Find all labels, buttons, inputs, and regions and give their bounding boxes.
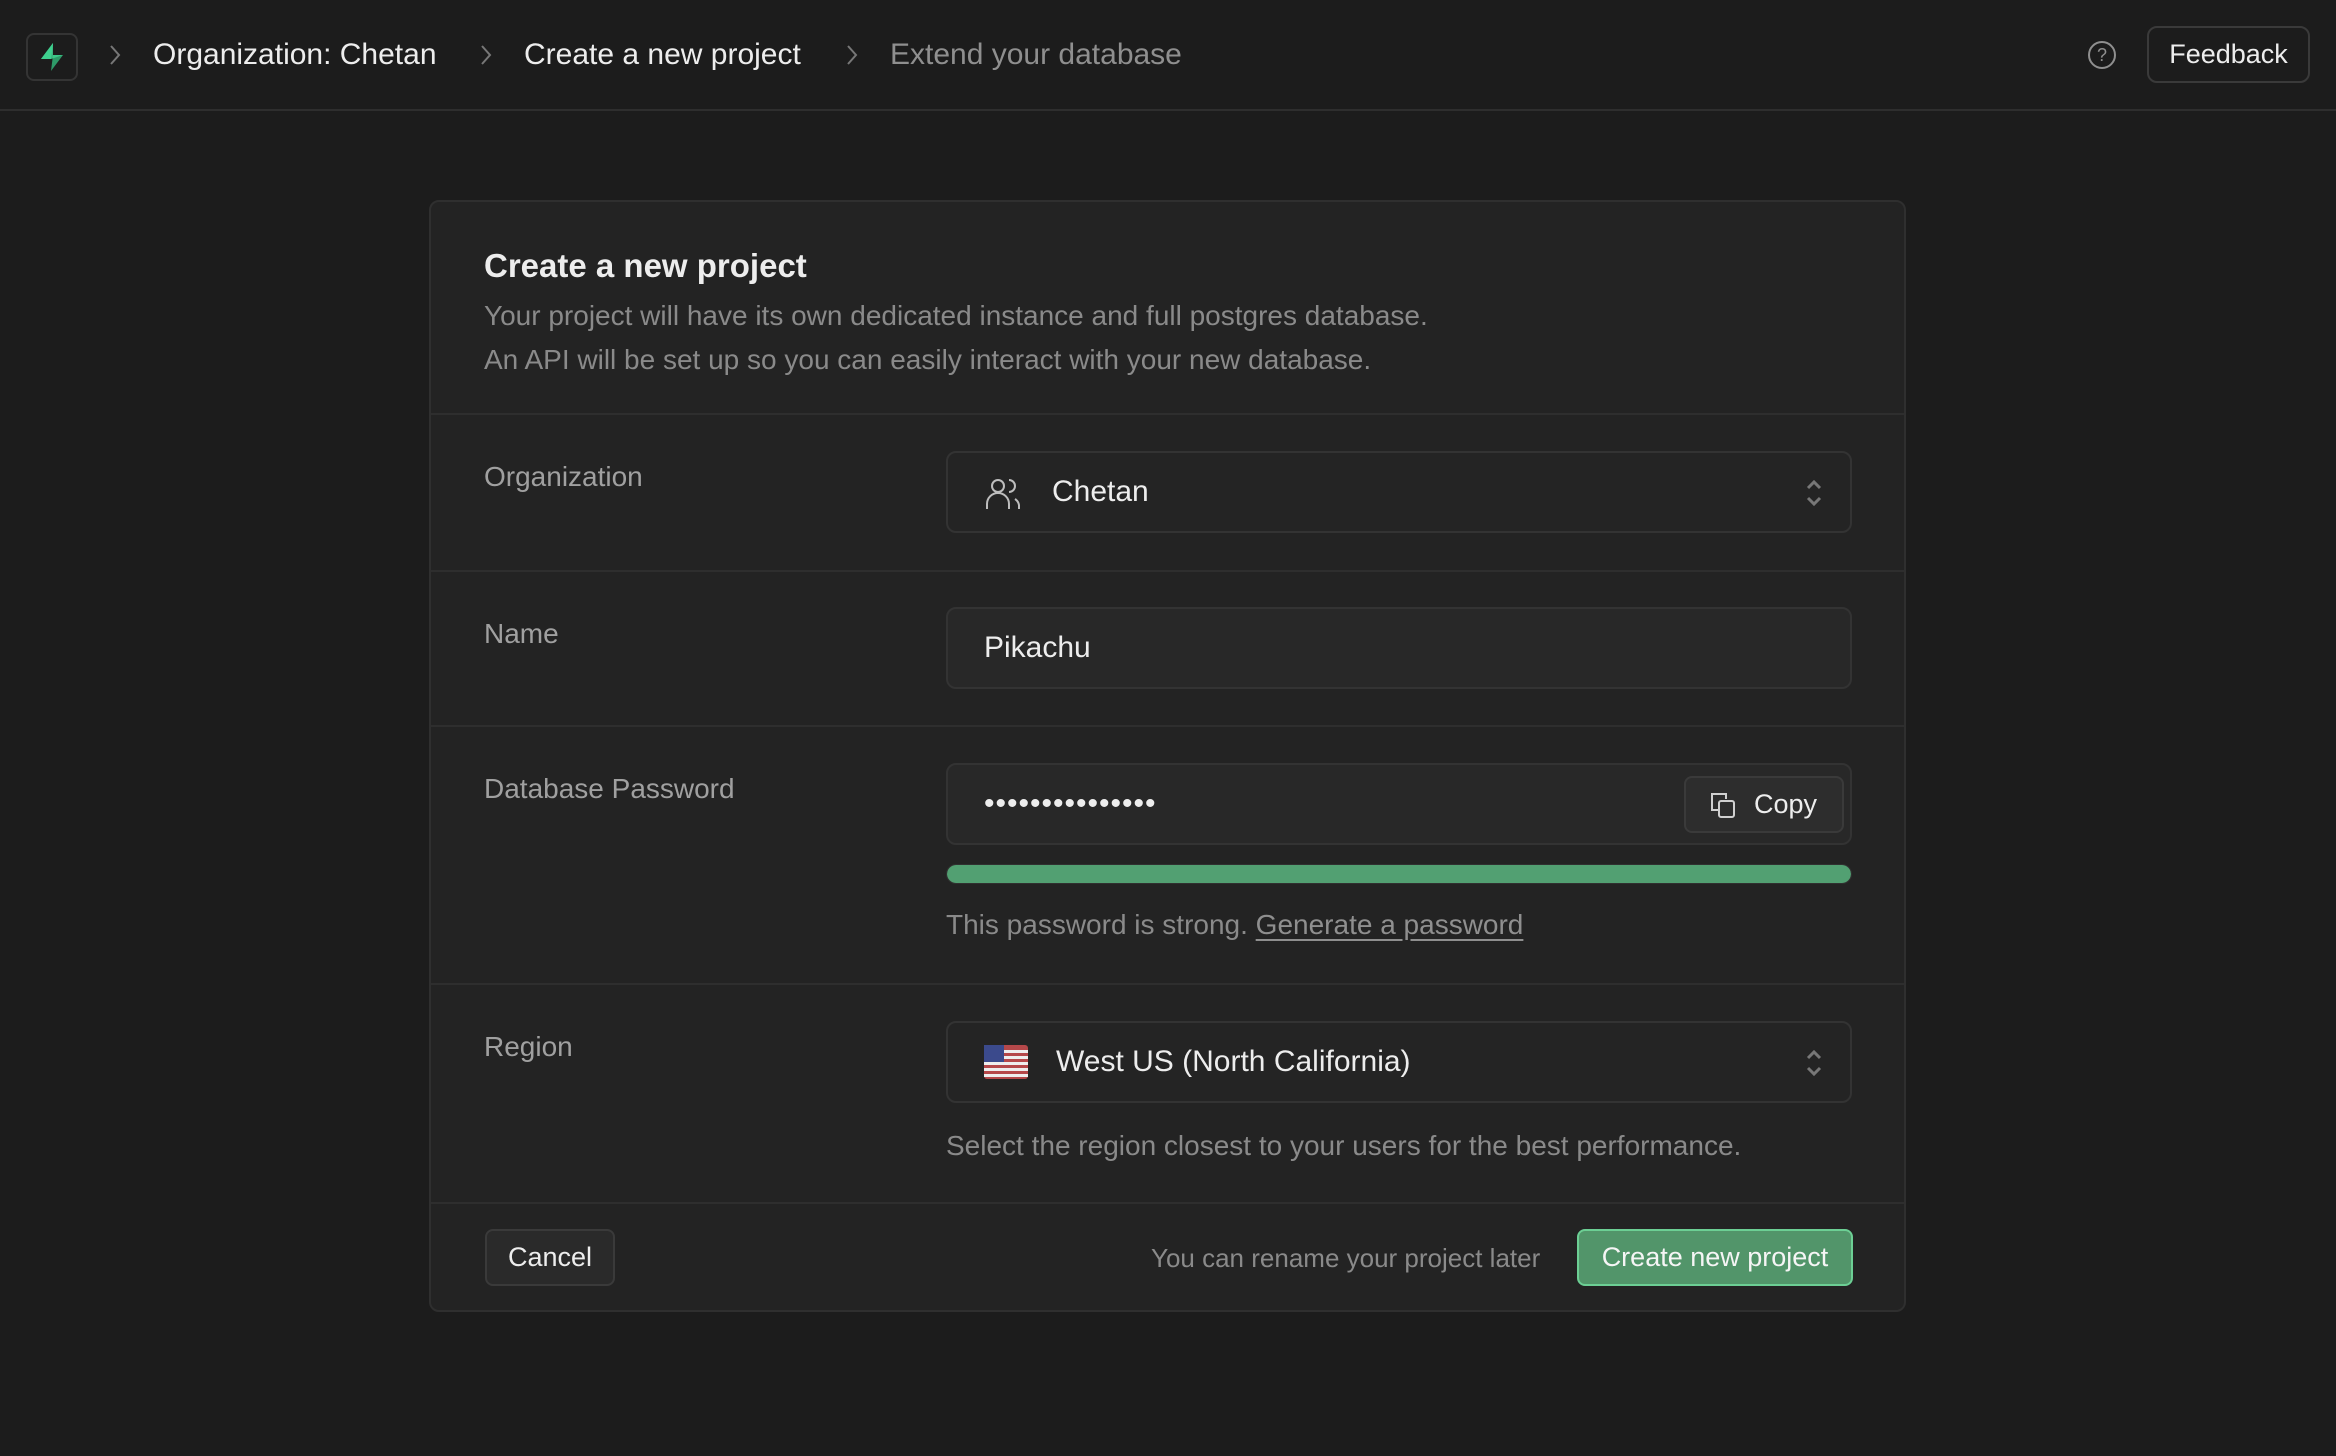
password-hint: This password is strong. Generate a pass… xyxy=(946,905,1523,945)
name-input-value: Pikachu xyxy=(984,631,1091,664)
card-description: Your project will have its own dedicated… xyxy=(484,294,1428,382)
generate-password-link[interactable]: Generate a password xyxy=(1256,909,1524,940)
region-row: Region West US (North California) Select… xyxy=(431,985,1904,1204)
cancel-button[interactable]: Cancel xyxy=(485,1229,615,1286)
copy-icon xyxy=(1711,792,1735,818)
region-value: West US (North California) xyxy=(1056,1045,1411,1078)
password-input[interactable]: ••••••••••••••• Copy xyxy=(946,763,1852,845)
description-line: An API will be set up so you can easily … xyxy=(484,344,1372,375)
password-strength-text: This password is strong. xyxy=(946,909,1248,940)
organization-value: Chetan xyxy=(1052,475,1149,508)
home-logo-button[interactable] xyxy=(26,33,78,81)
copy-password-button[interactable]: Copy xyxy=(1684,776,1844,833)
breadcrumb-chevron-icon xyxy=(481,45,492,65)
password-strength-bar xyxy=(946,864,1852,884)
card-title: Create a new project xyxy=(484,247,807,284)
password-row: Database Password ••••••••••••••• Copy T… xyxy=(431,727,1904,985)
region-hint: Select the region closest to your users … xyxy=(946,1130,1742,1161)
rename-note: You can rename your project later xyxy=(1151,1243,1541,1273)
create-project-card: Create a new project Your project will h… xyxy=(429,200,1906,1312)
name-row: Name Pikachu xyxy=(431,572,1904,727)
top-bar: Organization: Chetan Create a new projec… xyxy=(0,0,2336,111)
breadcrumb-chevron-icon xyxy=(847,45,858,65)
name-label: Name xyxy=(484,618,559,649)
breadcrumb-organization[interactable]: Organization: Chetan xyxy=(153,33,437,77)
organization-label: Organization xyxy=(484,461,643,492)
breadcrumb-create-project[interactable]: Create a new project xyxy=(524,33,801,77)
create-project-button[interactable]: Create new project xyxy=(1577,1229,1853,1286)
password-strength-fill xyxy=(947,865,1851,883)
organization-select[interactable]: Chetan xyxy=(946,451,1852,533)
card-footer: Cancel You can rename your project later… xyxy=(431,1202,1904,1310)
region-select[interactable]: West US (North California) xyxy=(946,1021,1852,1103)
breadcrumb-chevron-icon xyxy=(110,45,121,65)
us-flag-icon xyxy=(984,1045,1028,1079)
feedback-button[interactable]: Feedback xyxy=(2147,26,2310,83)
password-masked-value: ••••••••••••••• xyxy=(984,787,1157,820)
name-input[interactable]: Pikachu xyxy=(946,607,1852,689)
description-line: Your project will have its own dedicated… xyxy=(484,300,1428,331)
chevron-up-down-icon xyxy=(1806,1049,1822,1077)
breadcrumb-extend-database[interactable]: Extend your database xyxy=(890,33,1182,77)
chevron-up-down-icon xyxy=(1806,479,1822,507)
copy-label: Copy xyxy=(1754,789,1818,819)
region-label: Region xyxy=(484,1031,573,1062)
organization-row: Organization Chetan xyxy=(431,415,1904,572)
password-label: Database Password xyxy=(484,773,735,804)
help-circle-icon[interactable]: ? xyxy=(2088,41,2116,69)
supabase-bolt-icon xyxy=(41,43,63,71)
card-header: Create a new project Your project will h… xyxy=(431,202,1904,415)
users-icon xyxy=(986,479,1020,509)
